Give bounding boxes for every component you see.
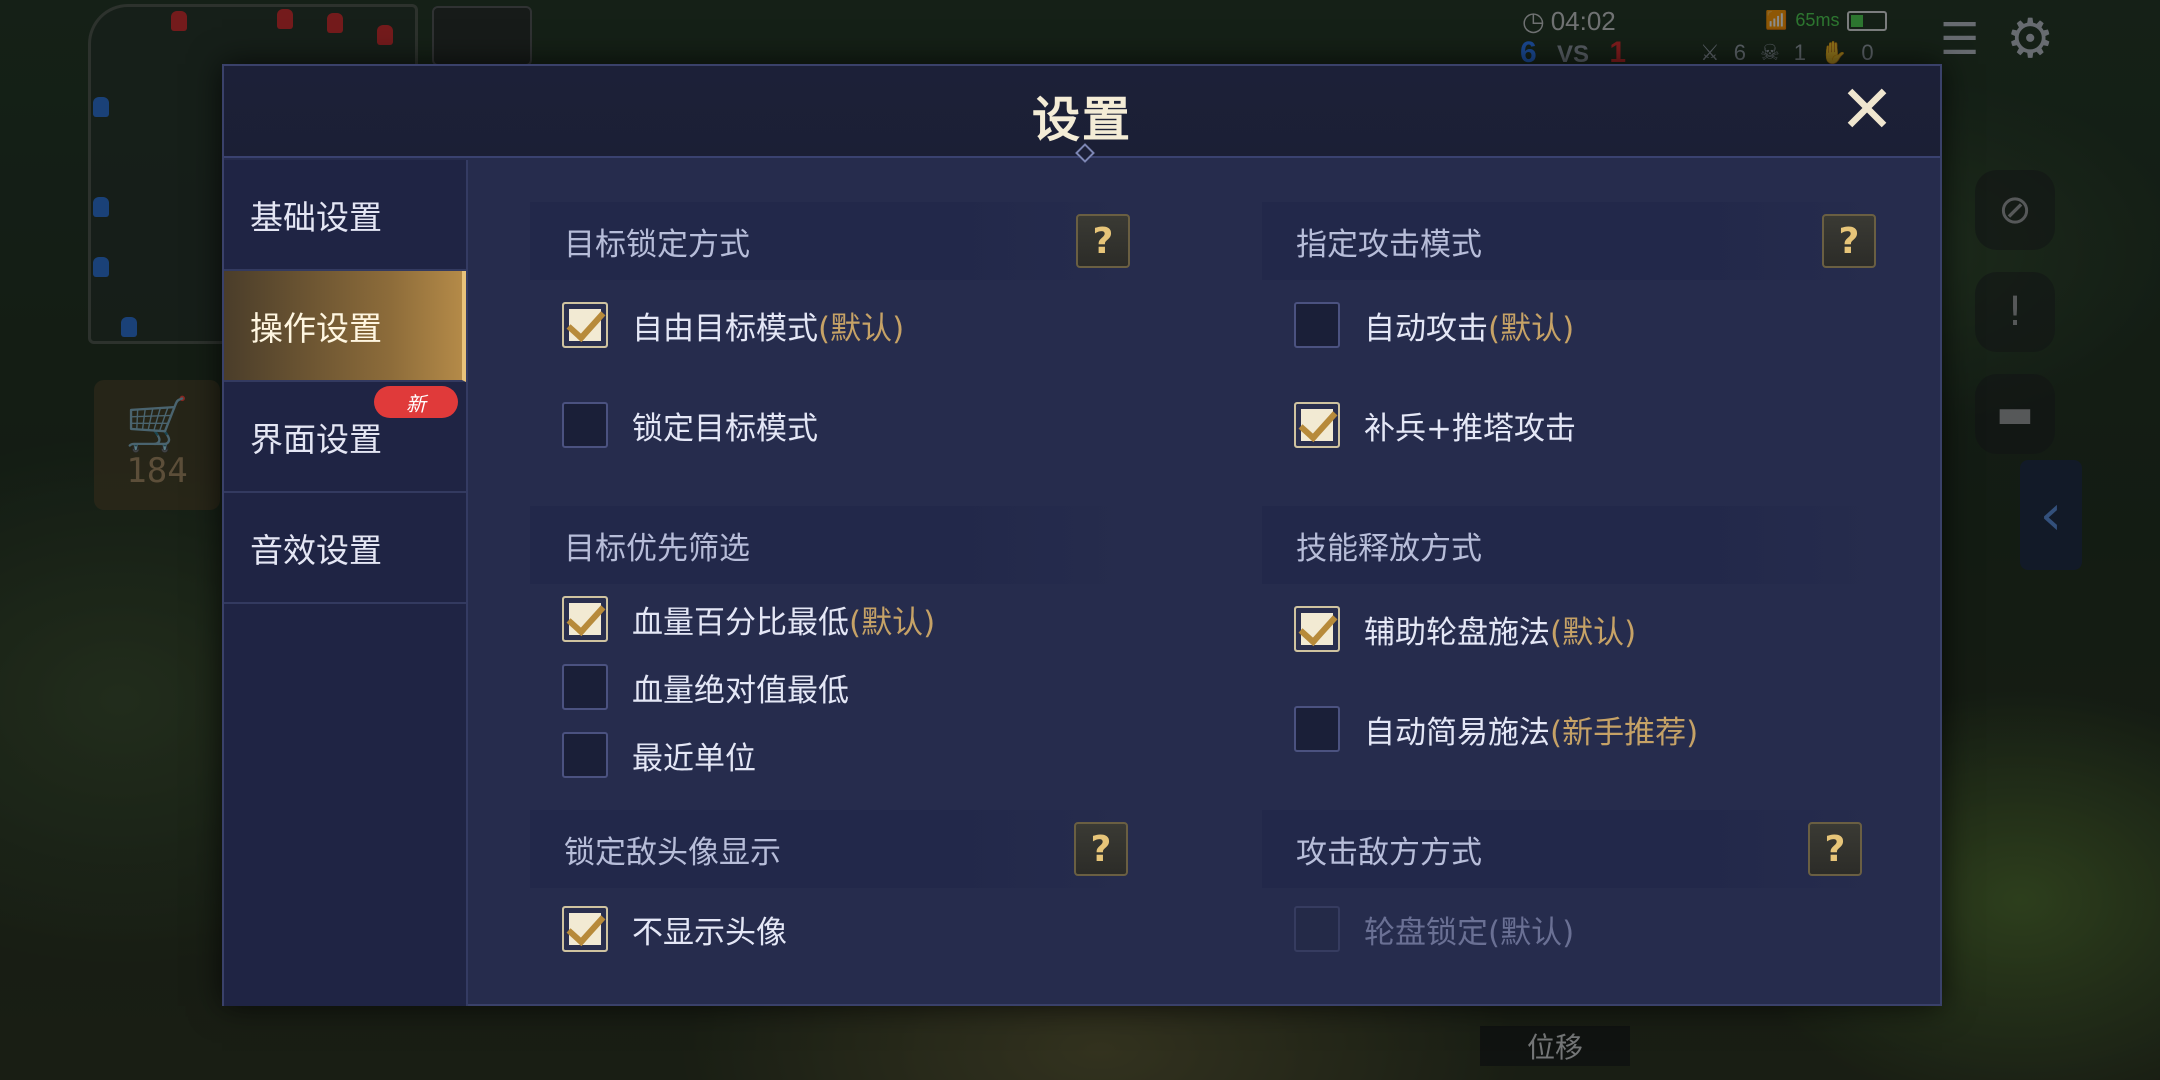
- checkbox-unchecked[interactable]: [562, 664, 608, 710]
- option-label: 血量百分比最低(默认): [632, 604, 936, 641]
- option-farm-push-attack[interactable]: 补兵+推塔攻击: [1294, 402, 1576, 448]
- section-attack-mode: 指定攻击模式 ?: [1262, 202, 1882, 280]
- checkbox-checked[interactable]: [562, 906, 608, 952]
- checkbox-unchecked[interactable]: [562, 732, 608, 778]
- section-title: 锁定敌头像显示: [564, 834, 781, 871]
- option-auto-attack[interactable]: 自动攻击(默认): [1294, 302, 1574, 348]
- option-label: 自动简易施法(新手推荐): [1364, 714, 1699, 751]
- option-label: 自由目标模式(默认): [632, 310, 905, 347]
- checkbox-checked[interactable]: [562, 302, 608, 348]
- nav-item-label: 操作设置: [250, 308, 382, 348]
- option-wheel-cast[interactable]: 辅助轮盘施法(默认): [1294, 606, 1636, 652]
- checkbox-disabled: [1294, 906, 1340, 952]
- section-title: 攻击敌方方式: [1296, 834, 1482, 871]
- option-wheel-lock: 轮盘锁定(默认): [1294, 906, 1574, 952]
- option-auto-simple-cast[interactable]: 自动简易施法(新手推荐): [1294, 706, 1698, 752]
- section-title: 技能释放方式: [1296, 530, 1482, 567]
- checkbox-checked[interactable]: [1294, 606, 1340, 652]
- option-free-target[interactable]: 自由目标模式(默认): [562, 302, 904, 348]
- nav-item-label: 界面设置: [250, 419, 382, 459]
- help-button[interactable]: ?: [1808, 822, 1862, 876]
- option-label: 补兵+推塔攻击: [1364, 410, 1576, 447]
- option-label: 轮盘锁定(默认): [1364, 914, 1575, 951]
- option-label: 自动攻击(默认): [1364, 310, 1575, 347]
- section-target-lock: 目标锁定方式 ?: [530, 202, 1130, 280]
- help-button[interactable]: ?: [1822, 214, 1876, 268]
- option-label: 辅助轮盘施法(默认): [1364, 614, 1637, 651]
- nav-item-label: 基础设置: [250, 197, 382, 237]
- checkbox-checked[interactable]: [562, 596, 608, 642]
- dialog-header: 设置 ✕: [224, 66, 1940, 163]
- checkbox-unchecked[interactable]: [1294, 706, 1340, 752]
- option-label: 最近单位: [632, 740, 756, 777]
- option-label: 锁定目标模式: [632, 410, 818, 447]
- option-label: 不显示头像: [632, 914, 787, 951]
- option-nearest-unit[interactable]: 最近单位: [562, 732, 756, 778]
- section-title: 目标优先筛选: [564, 530, 750, 567]
- nav-item-interface[interactable]: 界面设置 新: [224, 382, 466, 493]
- settings-dialog: 设置 ✕ 基础设置 操作设置 界面设置 新 音效设置 目标锁定方式 ? 自由目标…: [222, 64, 1942, 1006]
- checkbox-unchecked[interactable]: [1294, 302, 1340, 348]
- new-badge: 新: [374, 386, 458, 418]
- section-title: 目标锁定方式: [564, 226, 750, 263]
- help-button[interactable]: ?: [1076, 214, 1130, 268]
- option-lock-target[interactable]: 锁定目标模式: [562, 402, 818, 448]
- dialog-title: 设置: [1031, 92, 1132, 148]
- nav-item-label: 音效设置: [250, 530, 382, 570]
- section-attack-enemy: 攻击敌方方式 ?: [1262, 810, 1882, 888]
- checkbox-unchecked[interactable]: [562, 402, 608, 448]
- nav-item-basic[interactable]: 基础设置: [224, 160, 466, 271]
- section-target-priority: 目标优先筛选: [530, 506, 1130, 584]
- settings-content: 目标锁定方式 ? 自由目标模式(默认) 锁定目标模式 指定攻击模式 ? 自动攻击…: [470, 160, 1940, 1004]
- section-skill-cast: 技能释放方式: [1262, 506, 1882, 584]
- option-hide-portrait[interactable]: 不显示头像: [562, 906, 787, 952]
- help-button[interactable]: ?: [1074, 822, 1128, 876]
- nav-item-audio[interactable]: 音效设置: [224, 493, 466, 604]
- option-lowest-hp-percent[interactable]: 血量百分比最低(默认): [562, 596, 935, 642]
- nav-item-controls[interactable]: 操作设置: [224, 271, 466, 382]
- checkbox-checked[interactable]: [1294, 402, 1340, 448]
- section-title: 指定攻击模式: [1296, 226, 1482, 263]
- option-label: 血量绝对值最低: [632, 672, 849, 709]
- close-button[interactable]: ✕: [1836, 77, 1898, 143]
- option-lowest-hp-absolute[interactable]: 血量绝对值最低: [562, 664, 849, 710]
- settings-nav: 基础设置 操作设置 界面设置 新 音效设置: [224, 160, 468, 1006]
- section-enemy-portrait: 锁定敌头像显示 ?: [530, 810, 1130, 888]
